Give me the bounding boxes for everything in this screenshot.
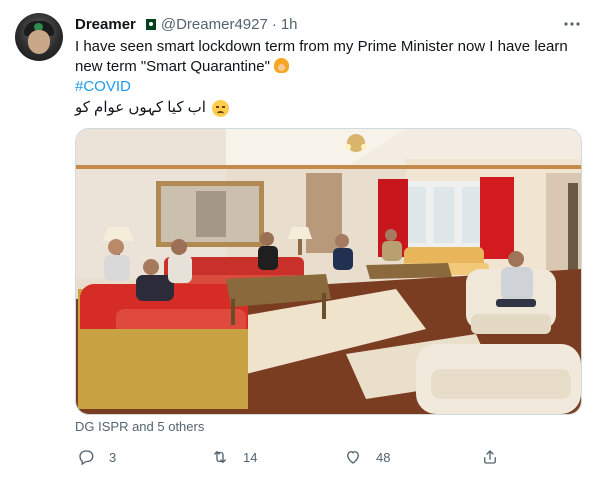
reply-count: 3	[109, 449, 117, 465]
woman-emoji-icon	[273, 58, 289, 73]
action-bar: 3 14 48	[75, 446, 505, 468]
hashtag-covid[interactable]: #COVID	[75, 78, 131, 95]
liked-by-summary[interactable]: DG ISPR and 5 others	[75, 419, 204, 434]
meeting-room-photo	[76, 129, 581, 414]
avatar-face	[28, 30, 50, 54]
author-avatar[interactable]	[15, 13, 63, 61]
more-options-icon[interactable]	[562, 14, 582, 34]
retweet-count: 14	[243, 449, 258, 465]
tweet-header: Dreamer @Dreamer4927 · 1h	[75, 13, 298, 35]
urdu-text: اب کیا کہوں عوام کو	[75, 99, 206, 116]
tweet-timestamp[interactable]: 1h	[281, 16, 298, 33]
urdu-line: اب کیا کہوں عوام کو	[75, 97, 580, 119]
heart-icon	[347, 451, 359, 464]
author-name[interactable]: Dreamer	[75, 16, 136, 33]
tweet-text-line-1: I have seen smart lockdown term from my …	[75, 38, 568, 55]
share-button[interactable]	[481, 446, 499, 468]
hashtag-link[interactable]: #COVID	[75, 77, 580, 97]
header-separator: ·	[271, 15, 277, 33]
tweet-photo[interactable]	[75, 128, 582, 415]
disappointed-face-emoji-icon	[211, 99, 229, 117]
share-icon	[484, 450, 496, 464]
like-count: 48	[376, 449, 391, 465]
reply-button[interactable]: 3	[77, 446, 116, 468]
retweet-button[interactable]: 14	[211, 446, 257, 468]
like-button[interactable]: 48	[344, 446, 390, 468]
retweet-icon	[214, 451, 226, 463]
tweet[interactable]: Dreamer @Dreamer4927 · 1h I have seen sm…	[0, 0, 598, 477]
tweet-text-line-2-content: new term "Smart Quarantine"	[75, 58, 270, 75]
author-handle[interactable]: @Dreamer4927	[161, 16, 268, 33]
tweet-text: I have seen smart lockdown term from my …	[75, 37, 580, 119]
tweet-text-line-2: new term "Smart Quarantine"	[75, 57, 580, 77]
reply-icon	[79, 450, 94, 466]
pakistan-flag-icon	[141, 18, 156, 30]
